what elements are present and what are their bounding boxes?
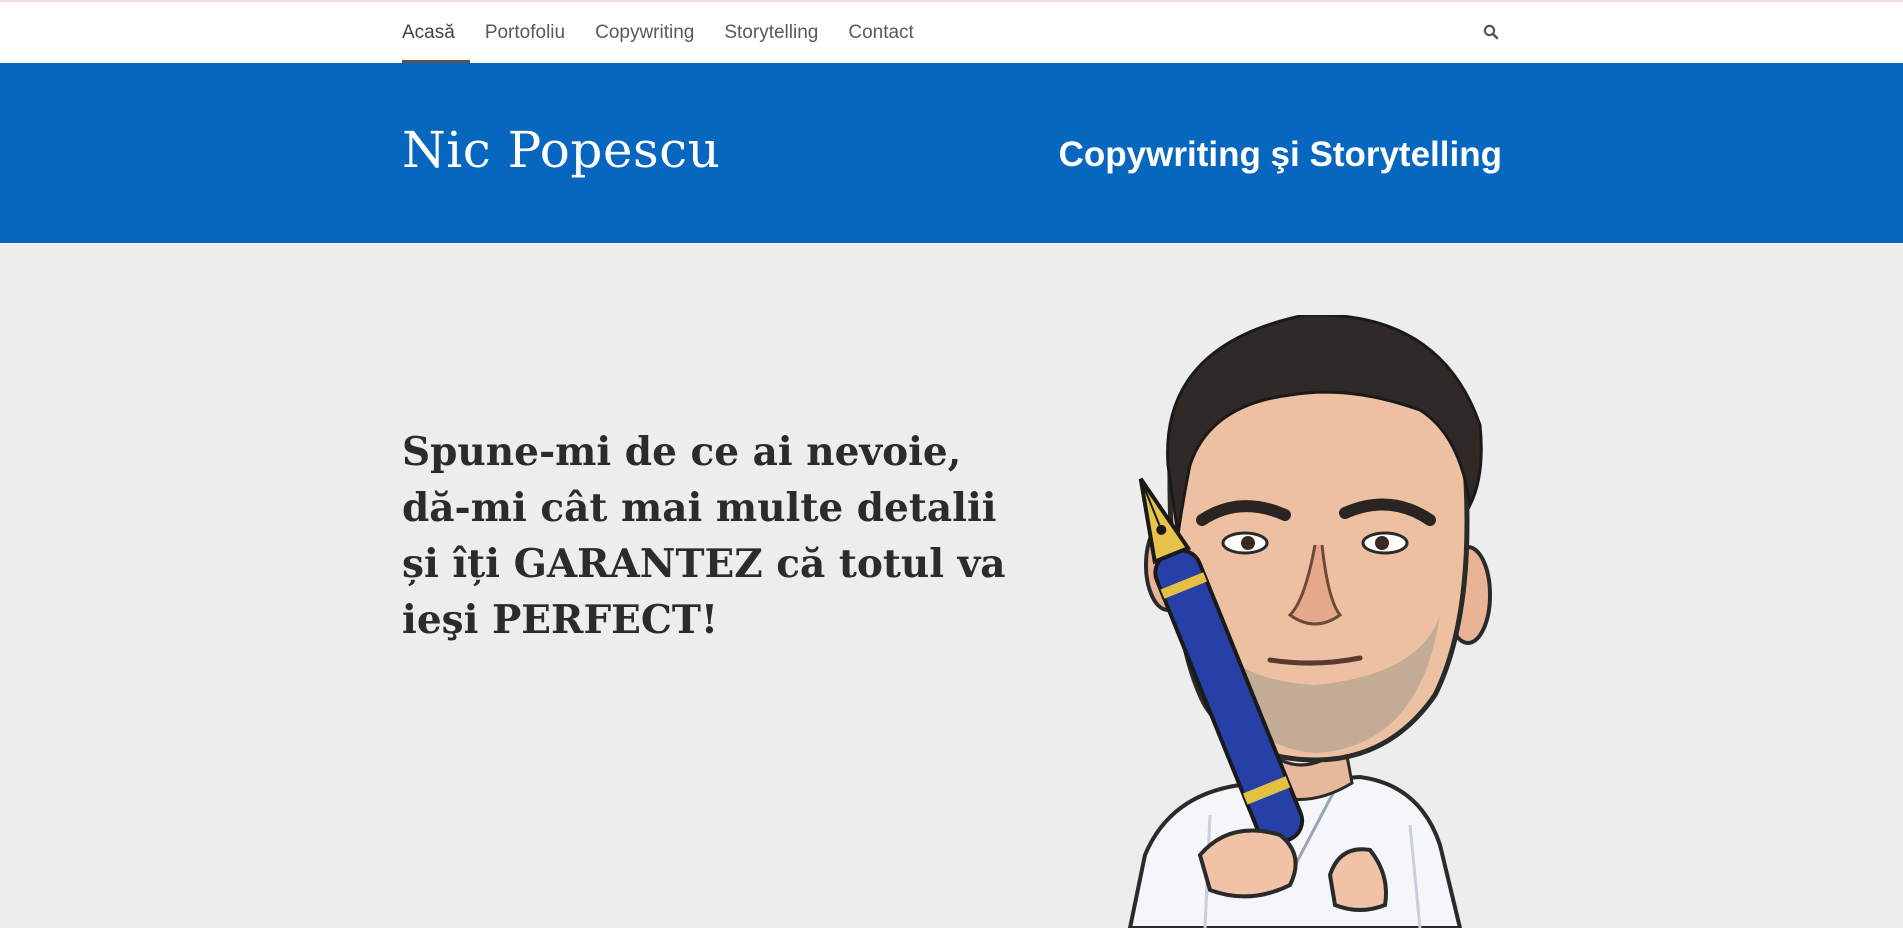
hero-line: Spune-mi de ce ai nevoie,	[402, 429, 962, 475]
hero-line: și îți GARANTEZ că totul va	[402, 541, 1006, 587]
nav-item-portofoliu[interactable]: Portofoliu	[485, 2, 565, 63]
site-header: Nic Popescu Copywriting şi Storytelling	[0, 63, 1903, 243]
site-title[interactable]: Nic Popescu	[402, 121, 720, 179]
caricature-image	[1127, 315, 1492, 928]
search-button[interactable]	[1480, 21, 1502, 43]
hero-heading: Spune-mi de ce ai nevoie, dă-mi cât mai …	[402, 424, 1006, 648]
main-navbar: Acasă Portofoliu Copywriting Storytellin…	[0, 2, 1903, 63]
hero-line: dă-mi cât mai multe detalii	[402, 485, 997, 531]
nav-menu: Acasă Portofoliu Copywriting Storytellin…	[402, 2, 944, 63]
nav-item-storytelling[interactable]: Storytelling	[724, 2, 818, 63]
nav-item-contact[interactable]: Contact	[848, 2, 913, 63]
site-tagline: Copywriting şi Storytelling	[1058, 135, 1502, 174]
hero-line: ieşi PERFECT!	[402, 597, 719, 643]
search-icon	[1483, 24, 1499, 40]
nav-item-copywriting[interactable]: Copywriting	[595, 2, 694, 63]
nav-item-acasa[interactable]: Acasă	[402, 2, 470, 63]
navbar-container: Acasă Portofoliu Copywriting Storytellin…	[402, 2, 1502, 63]
